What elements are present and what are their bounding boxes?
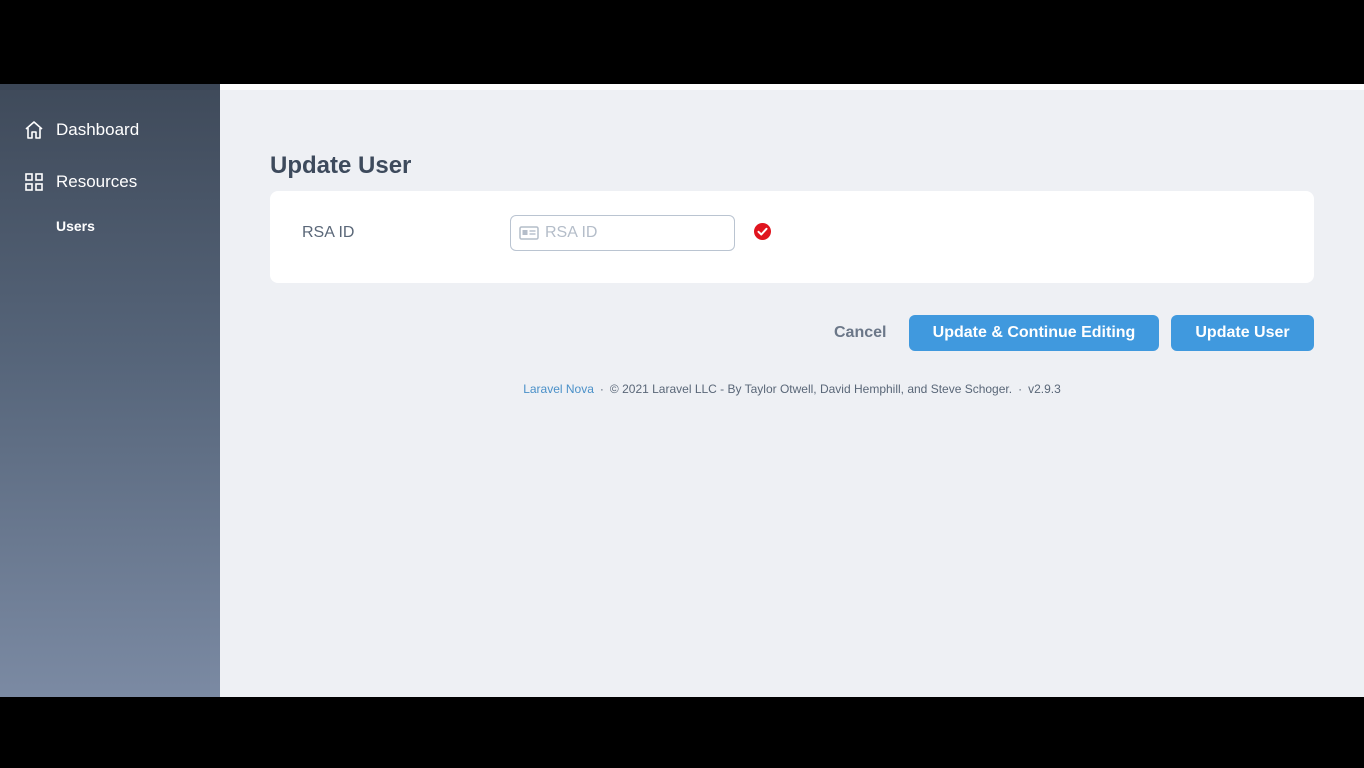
sidebar-top-divider bbox=[0, 84, 220, 90]
footer-copyright: © 2021 Laravel LLC - By Taylor Otwell, D… bbox=[609, 382, 1013, 396]
id-card-icon bbox=[519, 225, 539, 241]
main-content: Update User RSA ID RSA ID Cancel Update … bbox=[220, 84, 1364, 697]
footer-separator: · bbox=[1018, 382, 1023, 396]
rsa-id-label: RSA ID bbox=[302, 224, 355, 241]
sidebar-item-dashboard[interactable]: Dashboard bbox=[24, 120, 139, 140]
cancel-button[interactable]: Cancel bbox=[834, 324, 886, 342]
sidebar-item-label: Resources bbox=[56, 172, 138, 191]
sidebar-item-resources[interactable]: Resources bbox=[24, 172, 137, 192]
update-user-button[interactable]: Update User bbox=[1171, 315, 1314, 351]
rsa-id-field[interactable] bbox=[510, 215, 735, 251]
sidebar-item-users[interactable]: Users bbox=[56, 218, 95, 234]
grid-icon bbox=[24, 172, 44, 192]
laravel-nova-link[interactable]: Laravel Nova bbox=[523, 382, 594, 396]
sidebar-item-label: Dashboard bbox=[56, 120, 140, 139]
rsa-id-input[interactable] bbox=[545, 224, 725, 242]
footer-version: v2.9.3 bbox=[1028, 382, 1061, 396]
page-title: Update User bbox=[270, 152, 412, 179]
app-frame: Dashboard Resources Users Update User RS… bbox=[0, 84, 1364, 697]
form-card: RSA ID bbox=[270, 191, 1314, 283]
header-bar bbox=[220, 84, 1364, 90]
footer: Laravel Nova · © 2021 Laravel LLC - By Tay… bbox=[220, 382, 1364, 396]
footer-separator: · bbox=[599, 382, 604, 396]
home-icon bbox=[24, 120, 44, 140]
update-continue-editing-button[interactable]: Update & Continue Editing bbox=[909, 315, 1159, 351]
sidebar: Dashboard Resources Users bbox=[0, 84, 220, 697]
check-circle-icon bbox=[754, 223, 771, 240]
